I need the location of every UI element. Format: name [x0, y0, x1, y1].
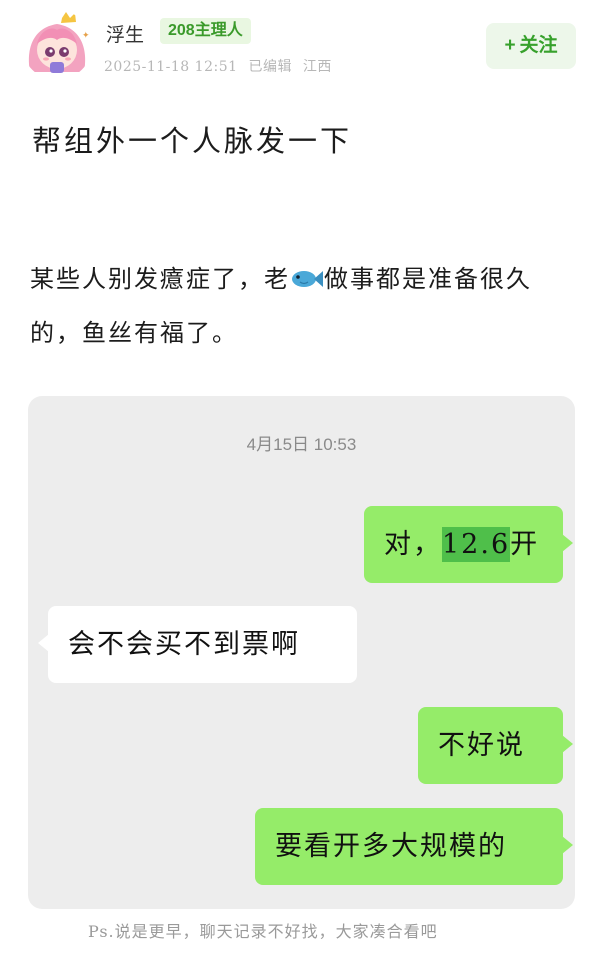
plus-icon: + [504, 35, 516, 56]
chat-bubble-outgoing: 要看开多大规模的 [255, 808, 573, 885]
post-header: ✦ 浮生 208主理人 2025-11-18 12:51 已编辑 江西 + 关注 [0, 0, 600, 90]
message-text: 要看开多大规模的 [275, 831, 507, 862]
role-badge: 208主理人 [160, 18, 251, 44]
chat-timestamp: 4月15日 10:53 [246, 435, 357, 454]
user-avatar[interactable]: ✦ [22, 10, 92, 80]
follow-button[interactable]: + 关注 [486, 23, 576, 69]
follow-label: 关注 [519, 35, 558, 56]
post-date: 2025-11-18 12:51 [104, 59, 238, 75]
fish-icon [290, 256, 324, 287]
chat-bubble-outgoing: 不好说 [418, 707, 573, 784]
message-text: 会不会买不到票啊 [68, 629, 300, 660]
message-text: 不好说 [438, 730, 525, 761]
message-text: 开 [510, 529, 540, 560]
avatar-image: ✦ [22, 10, 92, 80]
post-meta: 2025-11-18 12:51 已编辑 江西 [104, 56, 338, 76]
username[interactable]: 浮生 [106, 20, 144, 47]
highlighted-number: 12.6 [442, 527, 511, 562]
post-body-text-1: 某些人别发癔症了，老 [30, 265, 290, 293]
edited-label: 已编辑 [248, 59, 292, 75]
chat-screenshot: 4月15日 10:53 对，12.6开 会不会买不到票啊 不好说 要看开多大规模… [28, 396, 575, 909]
post-title: 帮组外一个人脉发一下 [32, 124, 353, 158]
svg-text:✦: ✦ [82, 31, 90, 41]
chat-bubble-outgoing: 对，12.6开 [364, 506, 573, 583]
message-text: 对， [384, 529, 442, 560]
footnote: Ps.说是更早，聊天记录不好找，大家凑合看吧 [88, 922, 438, 941]
post-body: 某些人别发癔症了，老 做事都是准备很久的，鱼丝有福了。 [30, 252, 570, 360]
chat-bubble-incoming: 会不会买不到票啊 [38, 606, 357, 683]
post-location: 江西 [302, 59, 332, 75]
